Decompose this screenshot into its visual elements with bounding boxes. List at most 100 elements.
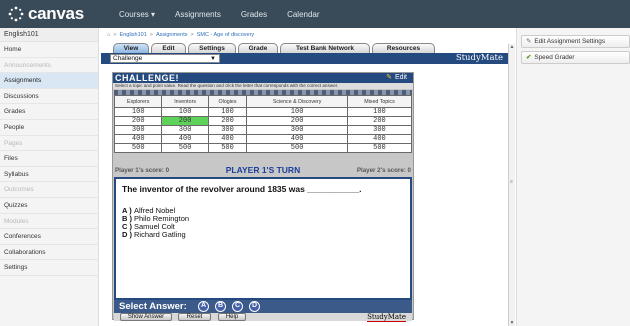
help-button[interactable]: Help [218,313,246,321]
game-edit-button[interactable]: ✎ Edit [386,73,407,83]
nav-grades[interactable]: Grades [236,10,272,19]
pencil-icon: ✎ [386,74,392,81]
scroll-down-icon[interactable]: ▼ [509,320,515,326]
tab-test-bank-network[interactable]: Test Bank Network [280,43,370,53]
answer-button-c[interactable]: C [232,301,243,312]
board-cell[interactable]: 200 [161,116,209,126]
select-answer-bar: Select Answer: A B C D [114,300,412,313]
column-header-inventors: Inventors [161,95,209,108]
board-cell[interactable]: 200 [246,116,348,126]
nav-assignments[interactable]: Assignments [170,10,226,19]
tab-settings[interactable]: Settings [188,43,236,53]
board-cell[interactable]: 400 [346,134,413,144]
board-cell[interactable]: 100 [246,107,348,117]
sidebar-item-quizzes[interactable]: Quizzes [0,198,98,214]
board-cell[interactable]: 400 [246,134,348,144]
canvas-logo[interactable]: canvas [8,4,104,24]
board-row: 400 400 400 400 400 [113,134,413,144]
sidebar-item-syllabus[interactable]: Syllabus [0,167,98,183]
question-box: The inventor of the revolver around 1835… [114,177,412,300]
board-cell[interactable]: 400 [113,134,163,144]
board-cell[interactable]: 100 [113,107,163,117]
board-cell[interactable]: 300 [346,125,413,135]
sidebar-item-assignments[interactable]: Assignments [0,73,98,89]
breadcrumb-assignments[interactable]: Assignments [156,32,188,38]
answer-button-b[interactable]: B [215,301,226,312]
sidebar-item-announcements: Announcements [0,58,98,74]
course-name[interactable]: English101 [0,28,98,42]
score-bar: Player 1's score: 0 PLAYER 1'S TURN Play… [113,165,413,175]
board-cell[interactable]: 300 [246,125,348,135]
canvas-logo-text: canvas [28,4,84,23]
scroll-grip-icon[interactable]: ≡ [510,179,513,185]
board-cell[interactable]: 400 [207,134,248,144]
sidebar-item-grades[interactable]: Grades [0,104,98,120]
studymate-logo: StudyMate [455,53,503,63]
content-scrollbar[interactable]: ▲ ≡ ▼ [508,44,515,326]
turn-indicator: PLAYER 1'S TURN [225,165,301,175]
breadcrumb-course[interactable]: English101 [120,32,147,38]
sidebar-item-conferences[interactable]: Conferences [0,229,98,245]
canvas-logo-icon [8,6,24,22]
show-answer-button[interactable]: Show Answer [120,313,172,321]
studymate-footer-logo: StudyMate [367,313,406,322]
board-cell[interactable]: 200 [113,116,163,126]
board-cell[interactable]: 500 [346,143,413,153]
sidebar-item-collaborations[interactable]: Collaborations [0,245,98,261]
edit-assignment-settings-button[interactable]: ✎ Edit Assignment Settings [521,35,630,48]
pencil-icon: ✎ [526,38,532,45]
board-cell[interactable]: 100 [161,107,209,117]
board-cell[interactable]: 100 [207,107,248,117]
board-cell[interactable]: 500 [246,143,348,153]
sidebar-item-people[interactable]: People [0,120,98,136]
question-board: Explorers Inventors Ologies Science & Di… [113,95,413,153]
reset-button[interactable]: Reset [178,313,211,321]
tab-grade[interactable]: Grade [238,43,278,53]
home-icon[interactable]: ⌂ [107,32,110,38]
tab-edit[interactable]: Edit [151,43,186,53]
mode-select[interactable]: Challenge ▼ [110,54,220,63]
breadcrumb-separator: > [113,32,117,38]
column-header-mixed-topics: Mixed Topics [346,95,413,108]
board-cell[interactable]: 300 [207,125,248,135]
board-row: 100 100 100 100 100 [113,107,413,117]
challenge-game: CHALLENGE! ✎ Edit Select a topic and poin… [112,72,414,322]
sidebar-item-home[interactable]: Home [0,42,98,58]
right-sidebar: ✎ Edit Assignment Settings ✔ Speed Grader [516,28,630,326]
board-cell[interactable]: 500 [207,143,248,153]
breadcrumb-separator: > [190,32,194,38]
course-sidebar: English101 Home Announcements Assignments D… [0,28,99,326]
board-cell[interactable]: 400 [161,134,209,144]
board-cell[interactable]: 500 [113,143,163,153]
tab-view[interactable]: View [113,43,149,53]
global-header: canvas Courses ▾ Assignments Grades Cale… [0,0,630,28]
speed-grader-button[interactable]: ✔ Speed Grader [521,51,630,64]
column-header-explorers: Explorers [113,95,163,108]
board-cell[interactable]: 100 [346,107,413,117]
edit-assignment-settings-label: Edit Assignment Settings [534,38,606,45]
mode-select-value: Challenge [113,55,143,62]
nav-courses[interactable]: Courses ▾ [114,10,160,19]
sidebar-item-files[interactable]: Files [0,151,98,167]
answer-option: D ) Richard Gatling [122,231,189,239]
answer-list: A ) Alfred Nobel B ) Philo Remington C ) Sa… [122,207,189,239]
sidebar-item-pages: Pages [0,136,98,152]
board-cell[interactable]: 500 [161,143,209,153]
board-cell[interactable]: 300 [161,125,209,135]
board-row: 200 200 200 200 200 [113,116,413,126]
board-cell[interactable]: 300 [113,125,163,135]
answer-button-a[interactable]: A [198,301,209,312]
board-cell[interactable]: 200 [346,116,413,126]
sidebar-item-discussions[interactable]: Discussions [0,89,98,105]
column-header-science-discovery: Science & Discovery [246,95,348,108]
checkmark-icon: ✔ [526,54,532,61]
answer-button-d[interactable]: D [249,301,260,312]
breadcrumb-current[interactable]: SMC - Age of discovery [197,32,254,38]
nav-calendar[interactable]: Calendar [282,10,324,19]
global-nav: Courses ▾ Assignments Grades Calendar [104,10,325,19]
answer-text: Richard Gatling [134,230,186,239]
tab-resources[interactable]: Resources [372,43,435,53]
sidebar-item-settings[interactable]: Settings [0,260,98,276]
board-cell[interactable]: 200 [207,116,248,126]
scroll-up-icon[interactable]: ▲ [509,44,515,50]
